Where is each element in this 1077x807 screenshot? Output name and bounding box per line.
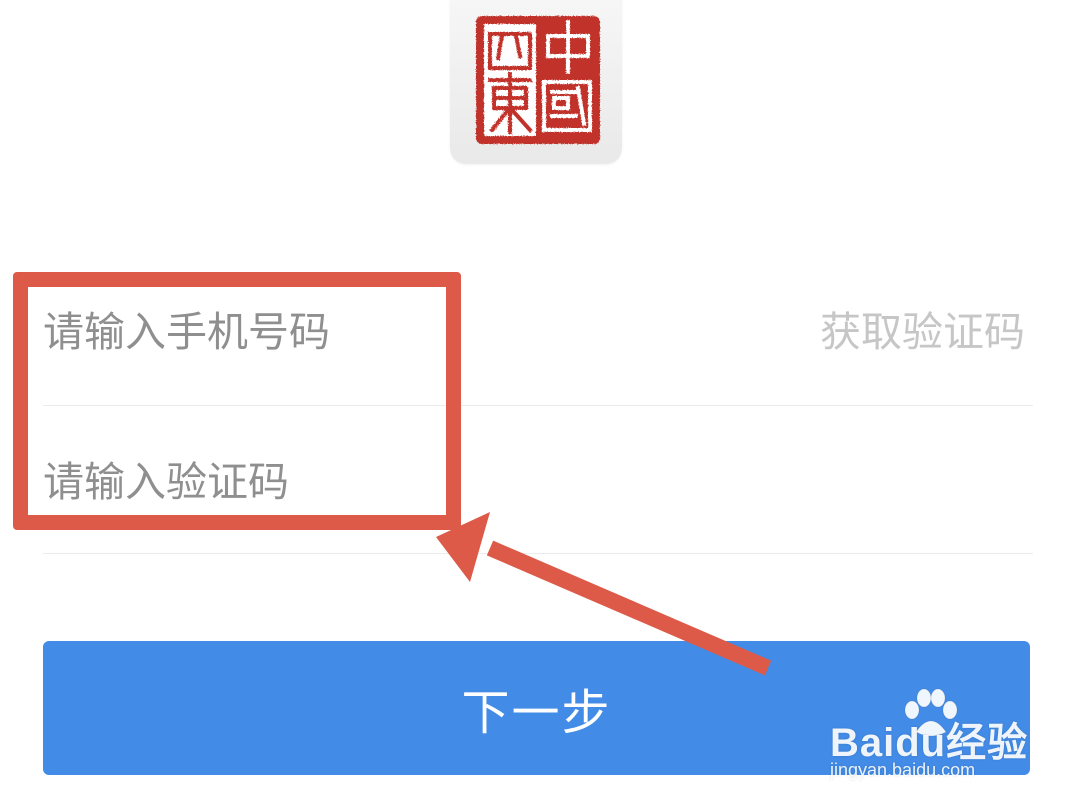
app-logo: [450, 0, 622, 164]
verification-code-input[interactable]: [43, 452, 743, 512]
phone-number-input[interactable]: [43, 302, 743, 362]
login-screen: 获取验证码 下一步 Baidu经验 jingyan.baidu.com: [0, 0, 1077, 807]
code-divider: [43, 553, 1033, 554]
get-verification-code-button[interactable]: 获取验证码: [820, 302, 1025, 362]
phone-row: 获取验证码: [43, 270, 1033, 406]
seal-logo-icon: [476, 16, 600, 144]
code-row: [43, 406, 1033, 554]
next-step-button[interactable]: 下一步: [43, 641, 1030, 775]
